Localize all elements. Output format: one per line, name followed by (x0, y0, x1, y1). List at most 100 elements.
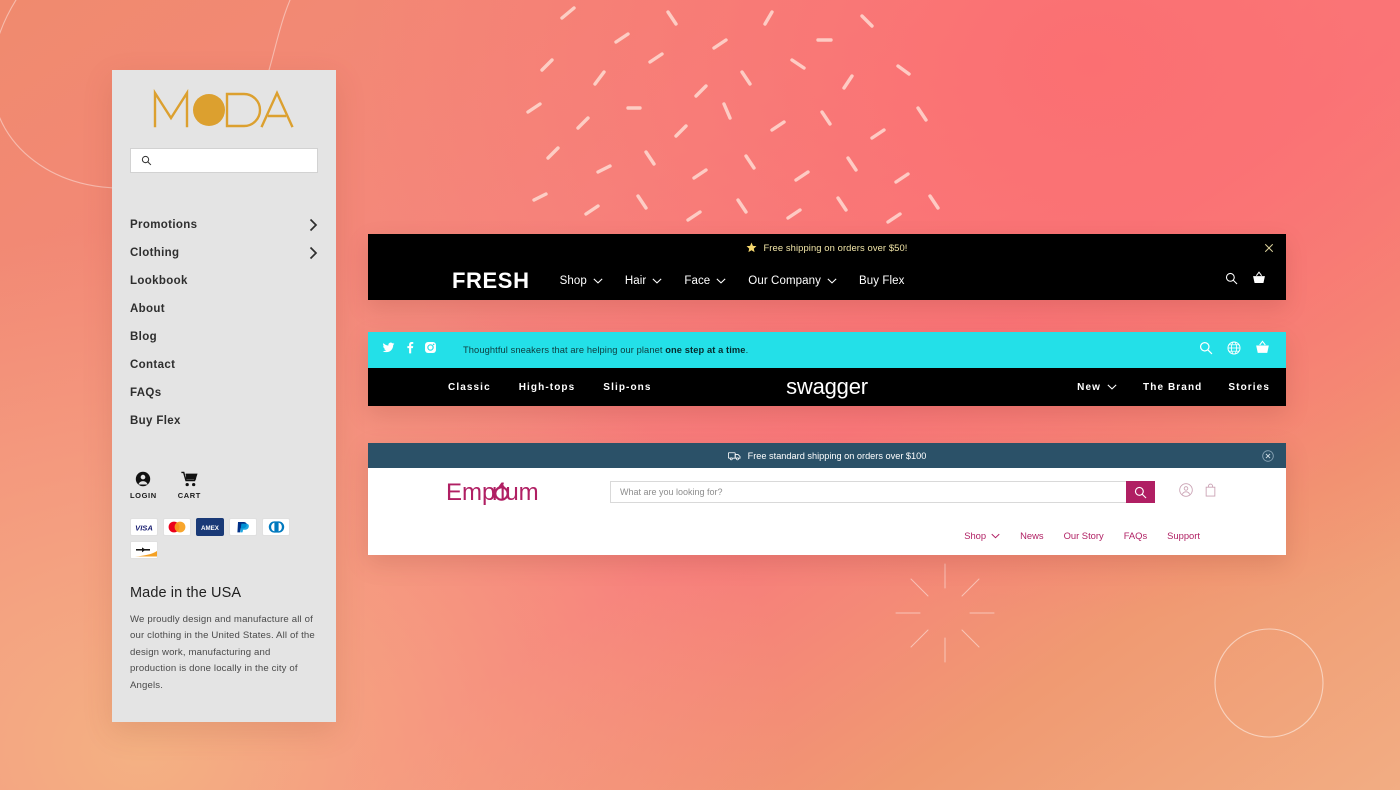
emporium-banner-close-button[interactable] (1262, 449, 1274, 462)
swagger-nav-label: Classic (448, 381, 491, 393)
swagger-nav-item-classic[interactable]: Classic (448, 382, 491, 393)
moda-account-actions: LOGIN CART (130, 471, 318, 500)
fresh-search-button[interactable] (1225, 272, 1238, 290)
emporium-promo-banner: Free standard shipping on orders over $1… (368, 443, 1286, 468)
chevron-down-icon (827, 278, 837, 284)
fresh-nav-item-shop[interactable]: Shop (560, 275, 603, 287)
emporium-banner-text: Free standard shipping on orders over $1… (747, 450, 927, 461)
swagger-nav-item-stories[interactable]: Stories (1228, 382, 1270, 393)
search-icon (1199, 341, 1213, 354)
search-icon (141, 155, 152, 166)
swagger-nav-label: The Brand (1143, 381, 1203, 393)
moda-nav-label: Contact (130, 359, 176, 371)
emporium-bag-button[interactable] (1204, 483, 1217, 502)
moda-nav-item-promotions[interactable]: Promotions (130, 211, 318, 239)
emporium-nav-label: Support (1167, 530, 1200, 541)
moda-nav-item-blog[interactable]: Blog (130, 323, 318, 351)
moda-login-label: LOGIN (130, 491, 157, 500)
moda-nav-item-lookbook[interactable]: Lookbook (130, 267, 318, 295)
moda-cart-button[interactable]: CART (178, 471, 201, 500)
swagger-nav-item-the-brand[interactable]: The Brand (1143, 382, 1202, 393)
search-icon (1225, 272, 1238, 284)
chevron-down-icon (593, 278, 603, 284)
swagger-top-icons (1199, 340, 1270, 360)
payment-diners-club-icon (262, 518, 290, 536)
emporium-nav-item-faqs[interactable]: FAQs (1124, 530, 1147, 541)
shopping-basket-icon (1253, 271, 1265, 283)
facebook-icon (407, 341, 414, 354)
fresh-banner-text: Free shipping on orders over $50! (763, 242, 908, 253)
swagger-nav-item-new[interactable]: New (1077, 382, 1117, 393)
fresh-navbar-main: FRESH Shop Hair Face Our Company Buy Fle… (368, 261, 1286, 300)
payment-mastercard-icon (163, 518, 191, 536)
swagger-left-links: Classic High-tops Slip-ons (448, 382, 652, 393)
moda-nav-item-buy-flex[interactable]: Buy Flex (130, 407, 318, 435)
emporium-nav-label: FAQs (1123, 530, 1148, 541)
instagram-icon (425, 342, 436, 353)
moda-sidebar-card: Promotions Clothing Lookbook About Blog … (112, 70, 336, 722)
moda-nav-item-faqs[interactable]: FAQs (130, 379, 318, 407)
emporium-search-bar[interactable] (610, 481, 1155, 503)
fresh-nav-list: Shop Hair Face Our Company Buy Flex (560, 275, 905, 287)
moda-nav-item-about[interactable]: About (130, 295, 318, 323)
moda-nav-item-clothing[interactable]: Clothing (130, 239, 318, 267)
emporium-logo[interactable]: Emp rium (446, 477, 576, 507)
chevron-right-icon (309, 218, 318, 232)
fresh-nav-item-our-company[interactable]: Our Company (748, 275, 837, 287)
svg-text:AMEX: AMEX (201, 525, 220, 532)
swagger-nav-label: New (1077, 381, 1102, 393)
moda-login-button[interactable]: LOGIN (130, 471, 157, 500)
twitter-icon (382, 342, 395, 353)
chevron-down-icon (716, 278, 726, 284)
emporium-search-button[interactable] (1126, 481, 1155, 503)
close-icon (1262, 449, 1274, 462)
fresh-nav-item-hair[interactable]: Hair (625, 275, 663, 287)
moda-payment-methods: VISA AMEX (130, 518, 320, 559)
fresh-nav-item-face[interactable]: Face (684, 275, 726, 287)
chevron-down-icon (991, 533, 1000, 538)
swagger-nav-item-high-tops[interactable]: High-tops (519, 382, 576, 393)
swagger-nav-item-slip-ons[interactable]: Slip-ons (603, 382, 651, 393)
swagger-facebook-link[interactable] (403, 341, 416, 359)
fresh-banner-close-button[interactable] (1264, 243, 1274, 253)
moda-search-input[interactable] (157, 155, 317, 166)
moda-cart-label: CART (177, 491, 201, 500)
fresh-nav-item-buy-flex[interactable]: Buy Flex (859, 275, 905, 287)
user-account-icon (1179, 482, 1193, 497)
emporium-nav-item-news[interactable]: News (1020, 530, 1043, 541)
fresh-nav-label: Hair (624, 274, 647, 287)
chevron-down-icon (652, 278, 662, 284)
search-icon (1134, 486, 1147, 498)
emporium-nav-item-support[interactable]: Support (1167, 530, 1200, 541)
swagger-basket-button[interactable] (1255, 340, 1270, 360)
shopping-cart-icon (181, 471, 198, 487)
emporium-nav-label: News (1020, 530, 1044, 541)
swagger-tagline-suffix: . (745, 345, 749, 355)
emporium-account-button[interactable] (1179, 482, 1193, 502)
swagger-main-nav: Classic High-tops Slip-ons swagger New T… (368, 368, 1286, 406)
moda-nav-item-contact[interactable]: Contact (130, 351, 318, 379)
swagger-twitter-link[interactable] (382, 341, 395, 359)
shopping-bag-icon (1205, 483, 1216, 496)
swagger-instagram-link[interactable] (424, 341, 437, 359)
moda-search-bar[interactable] (130, 148, 318, 173)
payment-visa-icon: VISA (130, 518, 158, 536)
shopping-basket-icon (1256, 340, 1269, 353)
svg-text:rium: rium (492, 479, 539, 506)
swagger-language-button[interactable] (1227, 340, 1241, 360)
swagger-search-button[interactable] (1199, 341, 1213, 360)
emporium-nav-item-shop[interactable]: Shop (964, 530, 1000, 541)
swagger-social-links (382, 341, 437, 359)
confetti-dashes-decoration (526, 6, 940, 224)
chevron-right-icon (309, 246, 318, 260)
emporium-nav-item-our-story[interactable]: Our Story (1064, 530, 1104, 541)
swagger-logo[interactable]: swagger (786, 374, 868, 400)
fresh-basket-button[interactable] (1252, 271, 1266, 290)
moda-logo[interactable] (130, 70, 318, 146)
moda-nav-label: Promotions (130, 219, 198, 231)
delivery-truck-icon (727, 451, 741, 461)
fresh-logo[interactable]: FRESH (452, 268, 530, 294)
fresh-navbar-card: Free shipping on orders over $50! FRESH … (368, 234, 1286, 300)
emporium-search-input[interactable] (610, 481, 1126, 503)
emporium-nav-label: Shop (964, 530, 987, 541)
